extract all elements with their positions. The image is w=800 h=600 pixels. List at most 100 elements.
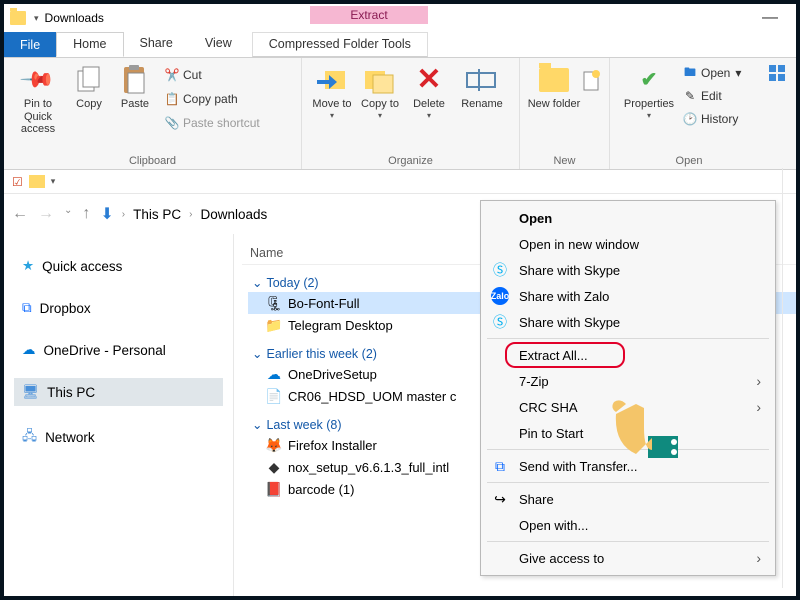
nav-up-icon[interactable]: ↑ xyxy=(82,205,90,223)
copy-to-button[interactable]: Copy to▾ xyxy=(356,62,404,120)
new-folder-icon xyxy=(539,62,569,98)
dropbox-icon: ⧉ xyxy=(22,300,32,316)
delete-button[interactable]: ✕ Delete▾ xyxy=(404,62,454,120)
share-icon: ↪ xyxy=(491,490,509,508)
tab-view[interactable]: View xyxy=(189,32,248,57)
chevron-right-icon[interactable]: › xyxy=(122,209,125,220)
sidebar-item-onedrive[interactable]: ☁OneDrive - Personal xyxy=(14,336,223,364)
chevron-right-icon: › xyxy=(756,550,761,566)
menu-separator xyxy=(487,338,769,339)
paste-button[interactable]: Paste xyxy=(112,62,158,136)
scissors-icon: ✂️ xyxy=(164,67,180,83)
chevron-right-icon: › xyxy=(756,373,761,389)
open-icon: 🖿 xyxy=(682,65,698,81)
pdf-icon: 📕 xyxy=(266,481,282,497)
tab-home[interactable]: Home xyxy=(56,32,123,57)
monitor-icon: 🖥 xyxy=(22,384,39,400)
contextual-tab-highlight: Extract xyxy=(310,6,427,24)
crumb-this-pc[interactable]: This PC xyxy=(133,207,181,222)
nav-forward-icon: → xyxy=(38,205,54,223)
ribbon-tabs: File Home Share View Compressed Folder T… xyxy=(4,32,796,58)
sidebar-item-quick-access[interactable]: ★Quick access xyxy=(14,252,223,280)
dropbox-icon: ⧉ xyxy=(491,457,509,475)
pin-quick-access-button[interactable]: 📌 Pin to Quick access xyxy=(10,62,66,136)
qat-dropdown[interactable]: ▾ xyxy=(51,176,56,187)
rename-icon xyxy=(465,62,499,98)
zalo-icon: Zalo xyxy=(491,287,509,305)
menu-share[interactable]: ↪Share xyxy=(481,486,775,512)
skype-icon: Ⓢ xyxy=(491,261,509,279)
copy-path-icon: 📋 xyxy=(164,91,180,107)
skype-icon: Ⓢ xyxy=(491,313,509,331)
rename-button[interactable]: Rename xyxy=(454,62,510,120)
history-button[interactable]: 🕑History xyxy=(682,110,741,128)
copy-icon xyxy=(74,62,104,98)
menu-separator xyxy=(487,482,769,483)
qat-check-icon[interactable]: ☑ xyxy=(12,175,23,189)
chevron-down-icon: ⌄ xyxy=(252,275,262,290)
tab-compressed-tools[interactable]: Compressed Folder Tools xyxy=(252,32,428,57)
ribbon: 📌 Pin to Quick access Copy Paste ✂️Cut 📋… xyxy=(4,58,796,170)
copy-label: Copy xyxy=(76,98,102,111)
qat-dropdown-icon[interactable]: ▾ xyxy=(34,13,39,24)
history-icon: 🕑 xyxy=(682,111,698,127)
downloads-folder-icon: ⬇ xyxy=(100,204,113,224)
tab-file[interactable]: File xyxy=(4,32,56,57)
chevron-down-icon: ⌄ xyxy=(252,417,262,432)
ribbon-group-organize: Move to▾ Copy to▾ ✕ Delete▾ Rename Organ… xyxy=(302,58,520,169)
pin-icon: 📌 xyxy=(19,61,56,98)
nav-back-icon[interactable]: ← xyxy=(12,205,28,223)
chevron-right-icon[interactable]: › xyxy=(189,209,192,220)
menu-give-access[interactable]: Give access to› xyxy=(481,545,775,571)
sidebar-item-dropbox[interactable]: ⧉Dropbox xyxy=(14,294,223,322)
window-title: Downloads xyxy=(45,11,104,25)
menu-share-skype[interactable]: ⓈShare with Skype xyxy=(481,257,775,283)
tab-share[interactable]: Share xyxy=(124,32,189,57)
edit-icon: ✎ xyxy=(682,88,698,104)
highlight-oval xyxy=(505,342,625,368)
copy-path-button[interactable]: 📋Copy path xyxy=(164,90,260,108)
group-title-new: New xyxy=(526,153,603,167)
breadcrumb[interactable]: ⬇ › This PC › Downloads xyxy=(100,204,267,224)
folder-icon xyxy=(10,11,26,25)
open-button[interactable]: 🖿Open▾ xyxy=(682,64,741,82)
nav-recent-icon[interactable]: ⌄ xyxy=(64,205,72,223)
pointer-hand-graphic xyxy=(596,384,686,474)
copy-button[interactable]: Copy xyxy=(66,62,112,136)
paste-icon xyxy=(120,62,150,98)
menu-extract-all[interactable]: Extract All... xyxy=(481,342,775,368)
minimize-button[interactable]: — xyxy=(750,9,790,27)
folder-icon xyxy=(29,175,45,188)
group-title-organize: Organize xyxy=(308,153,513,167)
contextual-tab-group: Extract xyxy=(284,6,454,24)
cloud-icon: ☁ xyxy=(266,366,282,382)
properties-button[interactable]: ✔ Properties▾ xyxy=(616,62,682,128)
paste-shortcut-button[interactable]: 📎Paste shortcut xyxy=(164,114,260,132)
move-to-icon xyxy=(315,62,349,98)
ribbon-group-new: New folder New xyxy=(520,58,610,169)
network-icon: 🖧 xyxy=(22,426,37,449)
copy-to-icon xyxy=(363,62,397,98)
menu-open-new-window[interactable]: Open in new window xyxy=(481,231,775,257)
group-title-clipboard: Clipboard xyxy=(10,153,295,167)
edit-button[interactable]: ✎Edit xyxy=(682,87,741,105)
cut-button[interactable]: ✂️Cut xyxy=(164,66,260,84)
checkmark-icon: ✔ xyxy=(641,62,658,98)
sidebar-item-this-pc[interactable]: 🖥This PC xyxy=(14,378,223,406)
move-to-button[interactable]: Move to▾ xyxy=(308,62,356,120)
select-grid-icon[interactable] xyxy=(768,64,786,82)
menu-share-skype-2[interactable]: ⓈShare with Skype xyxy=(481,309,775,335)
new-item-icon[interactable] xyxy=(582,70,602,92)
sidebar-item-network[interactable]: 🖧Network xyxy=(14,420,223,455)
folder-icon: 📁 xyxy=(266,317,282,333)
ribbon-group-clipboard: 📌 Pin to Quick access Copy Paste ✂️Cut 📋… xyxy=(4,58,302,169)
crumb-downloads[interactable]: Downloads xyxy=(201,207,268,222)
zip-icon: 🗜 xyxy=(266,295,282,311)
menu-separator xyxy=(487,541,769,542)
new-folder-button[interactable]: New folder xyxy=(526,62,582,111)
menu-open-with[interactable]: Open with... xyxy=(481,512,775,538)
menu-share-zalo[interactable]: ZaloShare with Zalo xyxy=(481,283,775,309)
paste-shortcut-icon: 📎 xyxy=(164,115,180,131)
ribbon-group-open: ✔ Properties▾ 🖿Open▾ ✎Edit 🕑History Open xyxy=(610,58,768,169)
menu-open[interactable]: Open xyxy=(481,205,775,231)
